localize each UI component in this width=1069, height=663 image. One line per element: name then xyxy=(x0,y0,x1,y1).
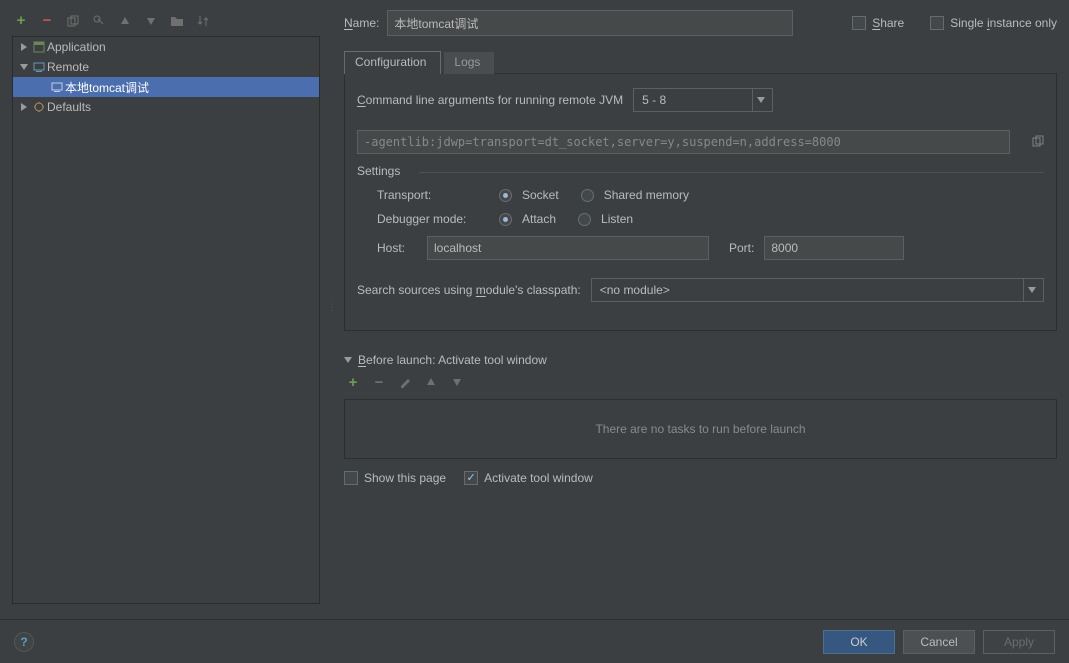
transport-label: Transport: xyxy=(377,188,477,202)
module-select[interactable]: <no module> xyxy=(591,278,1044,302)
config-tree[interactable]: Application Remote 本地tomcat调试 Defaults xyxy=(12,36,320,604)
name-label: Name: xyxy=(344,16,379,30)
config-panel: Command line arguments for running remot… xyxy=(344,74,1057,331)
tasks-empty-text: There are no tasks to run before launch xyxy=(595,422,805,436)
chevron-right-icon xyxy=(17,100,31,114)
sort-icon[interactable] xyxy=(196,14,210,28)
tree-label: Application xyxy=(47,40,106,54)
tree-node-application[interactable]: Application xyxy=(13,37,319,57)
tab-configuration[interactable]: Configuration xyxy=(344,51,441,74)
cancel-button[interactable]: Cancel xyxy=(903,630,975,654)
edit-defaults-icon[interactable] xyxy=(92,14,106,28)
module-classpath-label: Search sources using module's classpath: xyxy=(357,283,581,297)
defaults-icon xyxy=(31,101,47,113)
cmdline-label: Command line arguments for running remot… xyxy=(357,93,623,107)
transport-shared-label: Shared memory xyxy=(604,188,689,202)
application-icon xyxy=(31,41,47,53)
ok-button[interactable]: OK xyxy=(823,630,895,654)
single-instance-checkbox[interactable] xyxy=(930,16,944,30)
splitter[interactable]: ⋮ xyxy=(330,10,334,604)
tasks-list: There are no tasks to run before launch xyxy=(344,399,1057,459)
activate-tool-window-checkbox[interactable] xyxy=(464,471,478,485)
jvm-version-value: 5 - 8 xyxy=(642,93,666,107)
tree-label: Remote xyxy=(47,60,89,74)
tree-node-config[interactable]: 本地tomcat调试 xyxy=(13,77,319,97)
remote-icon xyxy=(49,81,65,93)
settings-title: Settings xyxy=(357,164,1044,178)
copy-config-icon[interactable] xyxy=(66,14,80,28)
remove-config-icon[interactable]: − xyxy=(40,14,54,28)
remote-icon xyxy=(31,61,47,73)
name-input[interactable] xyxy=(387,10,793,36)
activate-tool-window-label: Activate tool window xyxy=(484,471,593,485)
jvm-version-select[interactable]: 5 - 8 xyxy=(633,88,773,112)
before-launch-header[interactable]: Before launch: Activate tool window xyxy=(344,353,1057,367)
transport-shared-radio[interactable] xyxy=(581,189,594,202)
show-this-page-label: Show this page xyxy=(364,471,446,485)
move-down-icon[interactable] xyxy=(144,14,158,28)
apply-button[interactable]: Apply xyxy=(983,630,1055,654)
debugger-listen-radio[interactable] xyxy=(578,213,591,226)
edit-task-icon[interactable] xyxy=(398,375,412,389)
dialog-button-bar: ? OK Cancel Apply xyxy=(0,619,1069,663)
debugger-mode-label: Debugger mode: xyxy=(377,212,477,226)
tree-node-defaults[interactable]: Defaults xyxy=(13,97,319,117)
chevron-down-icon xyxy=(1023,279,1039,301)
help-icon[interactable]: ? xyxy=(14,632,34,652)
host-label: Host: xyxy=(377,241,417,255)
before-launch-title: Before launch: Activate tool window xyxy=(358,353,547,367)
port-label: Port: xyxy=(729,241,754,255)
tree-node-remote[interactable]: Remote xyxy=(13,57,319,77)
tab-logs[interactable]: Logs xyxy=(443,51,495,74)
chevron-down-icon xyxy=(752,89,768,111)
config-toolbar: + − xyxy=(12,10,320,32)
tabs: Configuration Logs xyxy=(344,50,1057,74)
debugger-attach-radio[interactable] xyxy=(499,213,512,226)
tree-label: 本地tomcat调试 xyxy=(65,79,149,96)
debugger-attach-label: Attach xyxy=(522,212,556,226)
single-instance-label: Single instance only xyxy=(950,16,1057,30)
add-task-icon[interactable]: + xyxy=(346,375,360,389)
copy-args-icon[interactable] xyxy=(1032,135,1044,150)
share-label: Share xyxy=(872,16,904,30)
chevron-right-icon xyxy=(17,40,31,54)
chevron-down-icon xyxy=(17,60,31,74)
remove-task-icon[interactable]: − xyxy=(372,375,386,389)
show-this-page-checkbox[interactable] xyxy=(344,471,358,485)
tree-label: Defaults xyxy=(47,100,91,114)
before-launch-toolbar: + − xyxy=(344,375,1057,389)
host-input[interactable] xyxy=(427,236,709,260)
share-checkbox[interactable] xyxy=(852,16,866,30)
transport-socket-label: Socket xyxy=(522,188,559,202)
task-down-icon[interactable] xyxy=(450,375,464,389)
task-up-icon[interactable] xyxy=(424,375,438,389)
add-config-icon[interactable]: + xyxy=(14,14,28,28)
debugger-listen-label: Listen xyxy=(601,212,633,226)
module-value: <no module> xyxy=(600,283,670,297)
transport-socket-radio[interactable] xyxy=(499,189,512,202)
agent-args-field[interactable] xyxy=(357,130,1010,154)
move-up-icon[interactable] xyxy=(118,14,132,28)
folder-icon[interactable] xyxy=(170,14,184,28)
port-input[interactable] xyxy=(764,236,904,260)
